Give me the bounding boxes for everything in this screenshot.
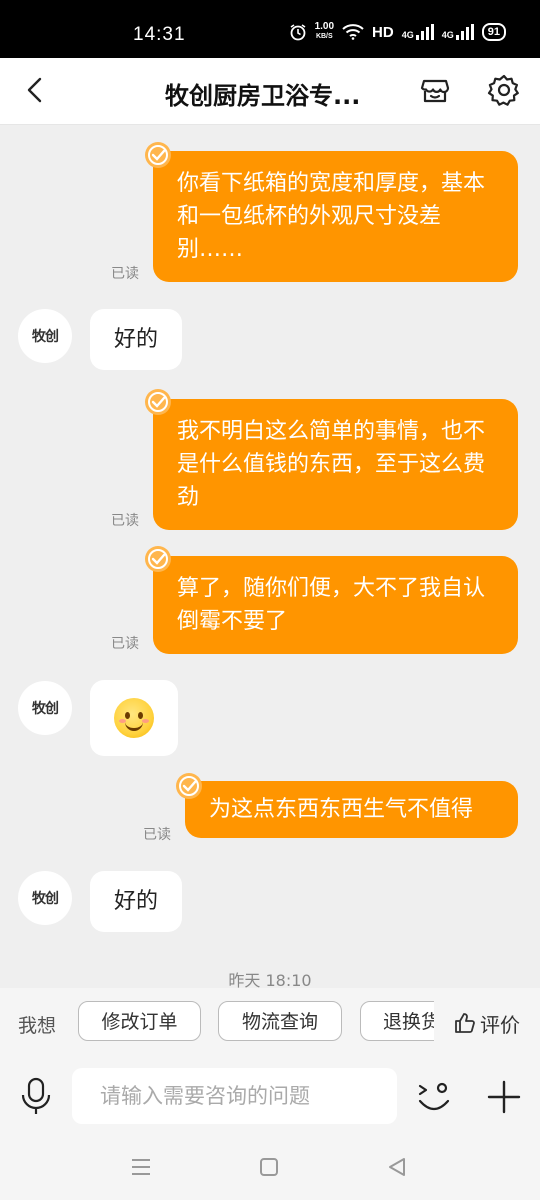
message-input[interactable] bbox=[72, 1068, 397, 1124]
sent-badge-icon bbox=[145, 546, 171, 572]
read-status: 已读 bbox=[111, 513, 139, 529]
emoji-face-icon[interactable] bbox=[412, 1074, 456, 1118]
message-text: 你看下纸箱的宽度和厚度，基本和一包纸杯的外观尺寸没差别…… bbox=[177, 171, 486, 262]
back-triangle-icon[interactable] bbox=[386, 1156, 408, 1178]
read-status: 已读 bbox=[143, 827, 171, 843]
message-text: 我不明白这么简单的事情，也不是什么值钱的东西，至于这么费劲 bbox=[177, 419, 486, 510]
outgoing-message[interactable]: 为这点东西东西生气不值得 bbox=[185, 781, 518, 838]
network-type-2: 4G bbox=[442, 24, 474, 40]
microphone-icon[interactable] bbox=[18, 1076, 54, 1116]
plus-icon[interactable] bbox=[483, 1076, 525, 1118]
read-status: 已读 bbox=[111, 636, 139, 652]
chat-messages: 你看下纸箱的宽度和厚度，基本和一包纸杯的外观尺寸没差别…… 已读 牧创 好的 我… bbox=[0, 125, 540, 988]
battery-indicator: 91 bbox=[481, 23, 506, 41]
signal-bars-icon bbox=[455, 24, 474, 40]
signal-bars-icon bbox=[415, 24, 434, 40]
message-text: 好的 bbox=[114, 327, 159, 352]
menu-icon[interactable] bbox=[131, 1158, 151, 1176]
alarm-icon bbox=[290, 24, 306, 41]
sent-badge-icon bbox=[145, 142, 171, 168]
rate-label: 评价 bbox=[480, 1012, 520, 1037]
outgoing-message[interactable]: 算了，随你们便，大不了我自认倒霉不要了 bbox=[153, 556, 518, 654]
message-input-bar bbox=[0, 1058, 540, 1138]
logistics-query-chip[interactable]: 物流查询 bbox=[218, 1001, 342, 1041]
rate-button[interactable]: 评价 bbox=[434, 988, 540, 1058]
incoming-message[interactable]: 好的 bbox=[90, 871, 183, 932]
modify-order-chip[interactable]: 修改订单 bbox=[78, 1001, 201, 1041]
smile-emoji-icon bbox=[114, 698, 154, 738]
network-speed-unit: KB/S bbox=[315, 33, 333, 40]
system-navigation-bar bbox=[0, 1138, 540, 1200]
sent-badge-icon bbox=[176, 773, 202, 799]
sent-badge-icon bbox=[145, 389, 171, 415]
store-icon[interactable] bbox=[417, 72, 453, 108]
shop-avatar[interactable]: 牧创 bbox=[18, 309, 72, 363]
network-type-1: 4G bbox=[402, 24, 434, 40]
status-time: 14:31 bbox=[133, 24, 186, 45]
wifi-icon bbox=[342, 24, 364, 40]
incoming-message[interactable]: 好的 bbox=[90, 309, 183, 370]
back-arrow-icon[interactable] bbox=[20, 74, 52, 106]
message-text: 算了，随你们便，大不了我自认倒霉不要了 bbox=[177, 576, 486, 634]
network-speed-value: 1.00 bbox=[314, 21, 335, 32]
status-icons: 1.00 KB/S HD 4G 4G 91 bbox=[289, 22, 506, 42]
network-type-1-label: 4G bbox=[401, 30, 414, 40]
thumbs-up-icon bbox=[455, 1013, 475, 1033]
status-bar: 14:31 1.00 KB/S HD 4G 4G 91 bbox=[0, 0, 540, 58]
page-title: 牧创厨房卫浴专... bbox=[165, 82, 361, 110]
outgoing-message[interactable]: 我不明白这么简单的事情，也不是什么值钱的东西，至于这么费劲 bbox=[153, 399, 518, 530]
shop-avatar[interactable]: 牧创 bbox=[18, 681, 72, 735]
message-text: 好的 bbox=[114, 889, 159, 914]
shop-avatar[interactable]: 牧创 bbox=[18, 871, 72, 925]
chat-header: 牧创厨房卫浴专... bbox=[0, 58, 540, 125]
network-type-2-label: 4G bbox=[441, 30, 454, 40]
settings-gear-icon[interactable] bbox=[486, 72, 522, 108]
quick-actions-bar: 我想 修改订单 物流查询 退换货 评价 bbox=[0, 988, 540, 1058]
network-speed: 1.00 KB/S bbox=[315, 22, 334, 42]
incoming-emoji-message[interactable] bbox=[90, 680, 178, 756]
read-status: 已读 bbox=[111, 266, 139, 282]
home-square-icon[interactable] bbox=[259, 1157, 279, 1177]
message-text: 为这点东西东西生气不值得 bbox=[209, 797, 474, 822]
quick-actions-label: 我想 bbox=[18, 1015, 57, 1037]
outgoing-message[interactable]: 你看下纸箱的宽度和厚度，基本和一包纸杯的外观尺寸没差别…… bbox=[153, 151, 518, 282]
hd-label: HD bbox=[372, 23, 394, 41]
